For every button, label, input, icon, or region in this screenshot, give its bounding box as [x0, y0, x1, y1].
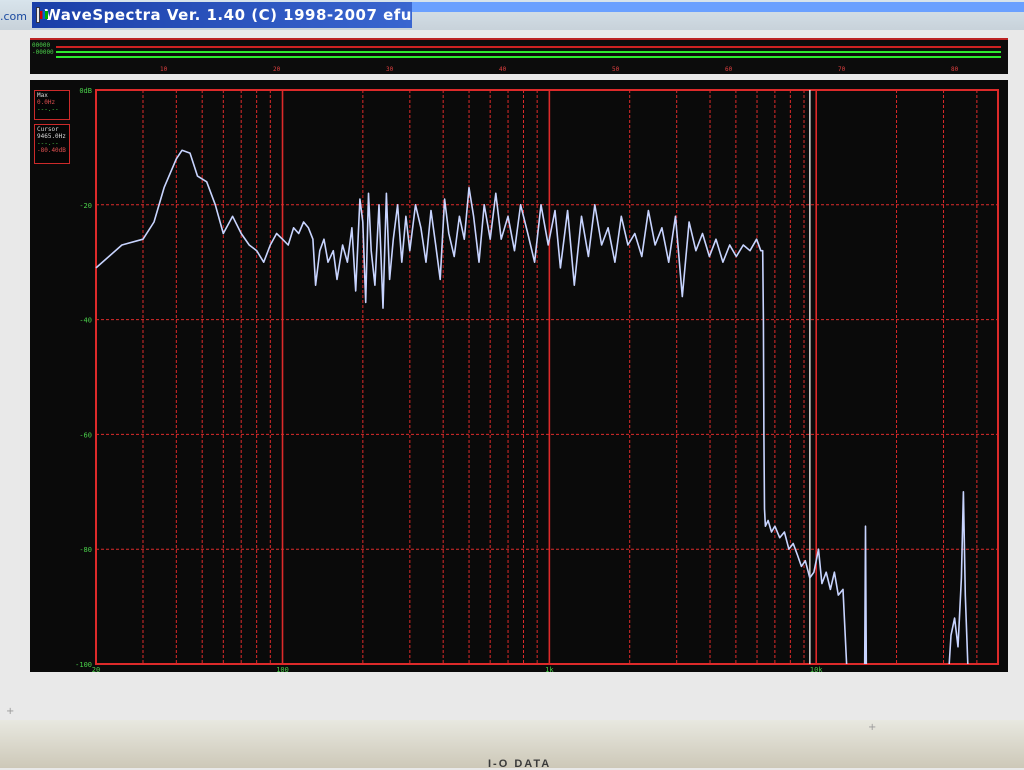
meter-tick-label: 80: [951, 66, 959, 73]
x-tick-label: 100: [276, 666, 289, 672]
meter-tick-label: 50: [612, 66, 620, 73]
meter-tick-label: 60: [725, 66, 733, 73]
max-readout-sub: ---.--: [37, 106, 59, 113]
cursor-readout-sub: ---.--: [37, 140, 59, 147]
y-tick-label: -100: [75, 661, 92, 669]
meter-bottom-label: -00000: [32, 49, 54, 56]
cursor-readout: Cursor 9465.0Hz ---.-- -80.40dB: [34, 124, 70, 164]
spectrum-panel[interactable]: 0dB -20 -40 -60 -80 -100 20 100 1k 10k Max 0.0Hz …: [30, 80, 1008, 672]
meter-tick-label: 10: [160, 66, 168, 73]
browser-url-fragment: .com: [0, 10, 27, 23]
titlebar-extension: [412, 2, 1024, 12]
y-tick-label: -40: [79, 317, 92, 325]
meter-scale: 102030405060708090: [30, 66, 1008, 74]
monitor-brand: I-O DATA: [488, 758, 552, 770]
max-readout-label: Max: [37, 92, 48, 99]
window-title: WaveSpectra Ver. 1.40 (C) 1998-2007 efu: [44, 6, 412, 24]
cursor-readout-level: -80.40dB: [37, 147, 66, 154]
y-tick-label: -60: [79, 431, 92, 439]
x-tick-label: 10k: [810, 666, 823, 672]
app-icon[interactable]: [36, 7, 49, 23]
spectrum-trace: [95, 149, 848, 665]
meter-tick-label: 40: [499, 66, 507, 73]
meter-bar-green: [56, 56, 1001, 58]
corner-mark-icon: +: [868, 722, 877, 733]
level-meter-panel: 00000 -00000 102030405060708090: [30, 38, 1008, 74]
max-readout-value: 0.0Hz: [37, 99, 56, 106]
y-tick-label: 0dB: [79, 87, 92, 95]
x-tick-label: 1k: [545, 666, 554, 672]
meter-tick-label: 30: [386, 66, 394, 73]
cursor-readout-value: 9465.0Hz: [37, 133, 66, 140]
cursor-readout-label: Cursor: [37, 126, 59, 133]
meter-tick-label: 70: [838, 66, 846, 73]
y-tick-label: -20: [79, 202, 92, 210]
spectrum-spike: [863, 525, 868, 665]
meter-bar-left: [56, 46, 1001, 48]
window-titlebar[interactable]: WaveSpectra Ver. 1.40 (C) 1998-2007 efu: [32, 2, 412, 28]
meter-tick-label: 20: [273, 66, 281, 73]
max-readout: Max 0.0Hz ---.--: [34, 90, 70, 120]
x-tick-label: 20: [92, 666, 100, 672]
meter-bar-right: [56, 51, 1001, 53]
spectrum-spike: [948, 490, 969, 665]
spectrum-graph[interactable]: 0dB -20 -40 -60 -80 -10020 100 1k 10k: [30, 80, 1008, 672]
desktop-top-strip: .com WaveSpectra Ver. 1.40 (C) 1998-2007…: [0, 0, 1024, 30]
y-tick-label: -80: [79, 546, 92, 554]
corner-mark-icon: +: [6, 706, 15, 717]
meter-top-label: 00000: [32, 42, 51, 49]
plot-frame: [95, 89, 999, 665]
